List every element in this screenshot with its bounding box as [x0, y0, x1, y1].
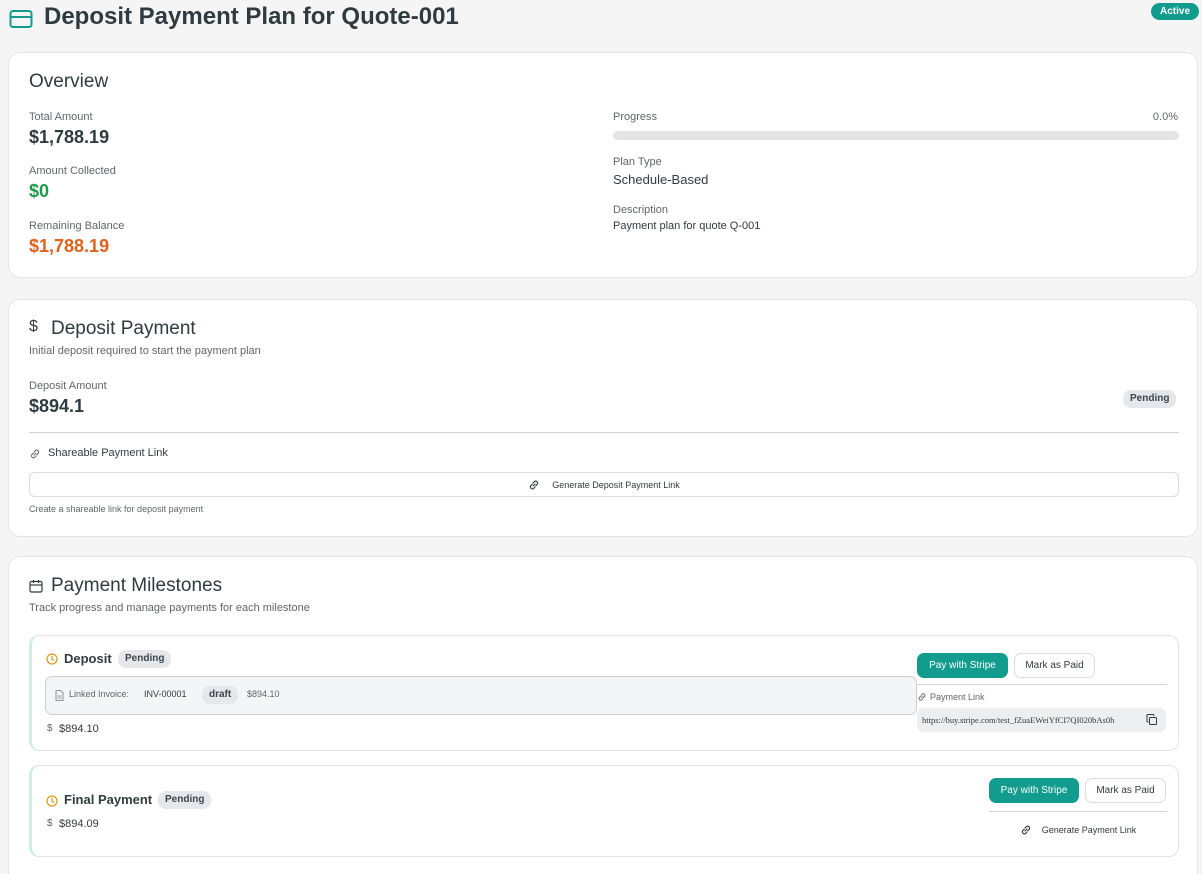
dollar-icon: $	[47, 723, 53, 734]
total-amount-label: Total Amount	[29, 111, 93, 123]
payment-link-label: Payment Link	[930, 692, 985, 702]
progress-bar	[613, 131, 1179, 140]
deposit-amount-value: $894.1	[29, 396, 85, 416]
invoice-number[interactable]: INV-00001	[144, 689, 187, 699]
milestone-item: Deposit Pending Linked Invoice: INV-0000…	[29, 635, 1179, 751]
linked-invoice-box: Linked Invoice: INV-00001 draft $894.10	[45, 676, 917, 715]
page-title: Deposit Payment Plan for Quote-001	[44, 3, 459, 30]
milestones-subtitle: Track progress and manage payments for e…	[29, 602, 310, 614]
milestone-name: Final Payment	[64, 792, 153, 807]
milestone-status-badge: Pending	[118, 650, 172, 668]
shareable-link-title: Shareable Payment Link	[48, 447, 168, 459]
generate-deposit-link-button[interactable]: Generate Deposit Payment Link	[29, 472, 1179, 497]
payment-milestones-card: Payment Milestones Track progress and ma…	[8, 556, 1198, 874]
deposit-amount-label: Deposit Amount	[29, 380, 107, 392]
deposit-link-help-text: Create a shareable link for deposit paym…	[29, 504, 204, 514]
credit-card-icon	[9, 9, 33, 29]
milestone-status-badge: Pending	[158, 791, 212, 809]
mark-as-paid-button[interactable]: Mark as Paid	[1014, 653, 1095, 678]
generate-deposit-link-label: Generate Deposit Payment Link	[552, 479, 680, 490]
plan-type-label: Plan Type	[613, 156, 662, 168]
link-icon	[528, 479, 540, 491]
copy-icon[interactable]	[1146, 714, 1158, 726]
payment-link-field: https://buy.stripe.com/test_fZuaEWeiYfCI…	[917, 708, 1166, 732]
remaining-balance-value: $1,788.19	[29, 236, 110, 256]
payment-link-url[interactable]: https://buy.stripe.com/test_fZuaEWeiYfCI…	[922, 715, 1138, 725]
milestone-amount: $894.10	[59, 723, 99, 735]
progress-label: Progress	[613, 111, 658, 123]
link-icon	[1020, 824, 1032, 836]
linked-invoice-label: Linked Invoice:	[69, 689, 130, 699]
pay-with-stripe-button[interactable]: Pay with Stripe	[989, 778, 1079, 803]
deposit-payment-card: $ Deposit Payment Initial deposit requir…	[8, 299, 1198, 537]
deposit-status-badge: Pending	[1123, 390, 1177, 408]
pay-with-stripe-button[interactable]: Pay with Stripe	[917, 653, 1008, 678]
generate-payment-link-button[interactable]: Generate Payment Link	[989, 818, 1167, 842]
invoice-status-badge: draft	[202, 686, 239, 704]
milestone-amount: $894.09	[59, 818, 99, 830]
mark-as-paid-button[interactable]: Mark as Paid	[1085, 778, 1166, 803]
status-badge: Active	[1151, 3, 1200, 20]
link-icon	[29, 448, 41, 460]
total-amount-value: $1,788.19	[29, 127, 110, 147]
remaining-balance-label: Remaining Balance	[29, 220, 125, 232]
overview-title: Overview	[29, 71, 109, 92]
deposit-payment-subtitle: Initial deposit required to start the pa…	[29, 345, 261, 357]
amount-collected-label: Amount Collected	[29, 165, 116, 177]
generate-payment-link-label: Generate Payment Link	[1041, 825, 1137, 835]
milestone-item: Final Payment Pending $ $894.09 Pay with…	[29, 765, 1179, 857]
progress-percent: 0.0%	[1152, 111, 1178, 123]
divider	[29, 432, 1179, 433]
clock-icon	[46, 795, 58, 807]
deposit-payment-title: Deposit Payment	[51, 318, 196, 339]
description-label: Description	[613, 204, 669, 216]
divider	[989, 811, 1167, 812]
milestone-name: Deposit	[64, 651, 112, 666]
document-icon	[55, 690, 64, 701]
dollar-icon: $	[29, 318, 38, 335]
milestones-title: Payment Milestones	[51, 575, 223, 596]
link-icon	[917, 692, 927, 702]
amount-collected-value: $0	[29, 181, 50, 201]
calendar-icon	[29, 579, 43, 593]
description-value: Payment plan for quote Q-001	[613, 220, 761, 232]
plan-type-value: Schedule-Based	[613, 172, 709, 187]
invoice-amount: $894.10	[247, 689, 280, 699]
clock-icon	[46, 653, 58, 665]
dollar-icon: $	[47, 818, 53, 829]
divider	[917, 684, 1167, 685]
overview-card: Overview Total Amount $1,788.19 Amount C…	[8, 52, 1198, 278]
